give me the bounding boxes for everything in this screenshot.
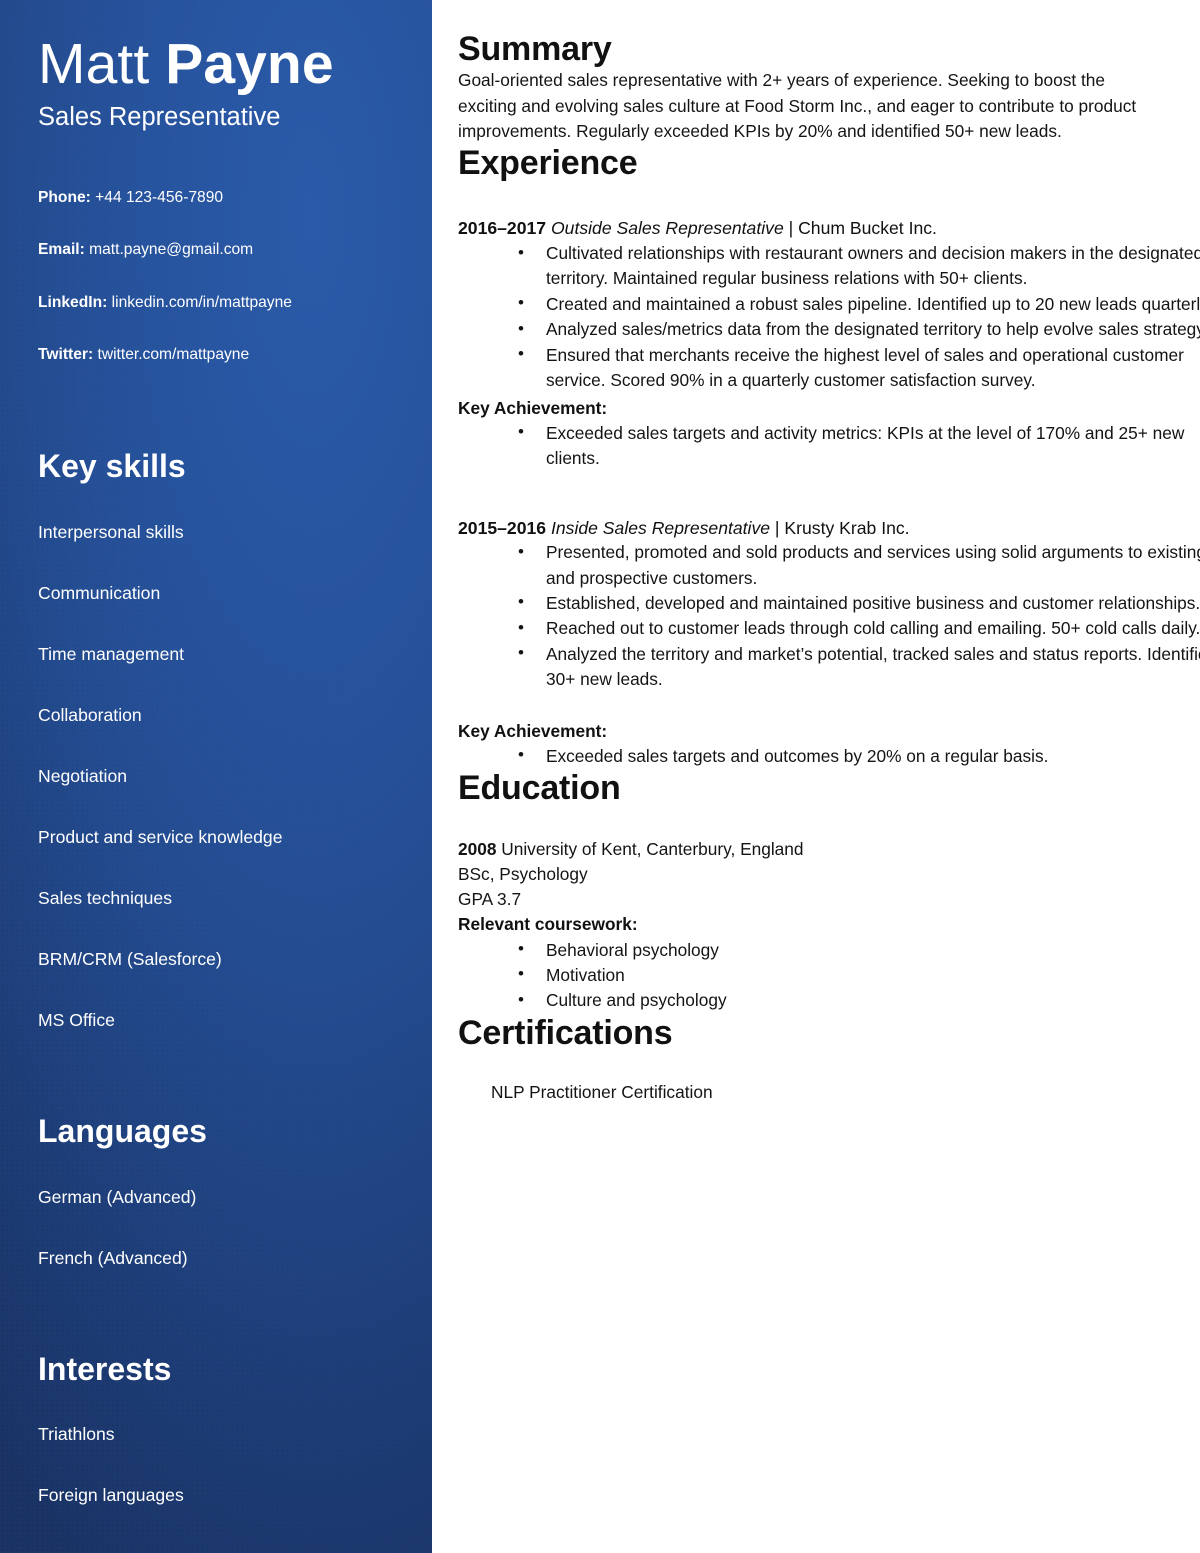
key-achievement-label: Key Achievement:	[458, 720, 608, 741]
interests-heading: Interests	[38, 1351, 172, 1388]
list-item: Foreign languages	[38, 1485, 184, 1506]
contact-value-phone: +44 123-456-7890	[90, 189, 224, 206]
contact-value-twitter[interactable]: twitter.com/mattpayne	[93, 346, 249, 363]
list-item: Collaboration	[38, 705, 142, 726]
contact-label-twitter: Twitter:	[38, 346, 94, 364]
section-interests: Interests Triathlons Foreign languages	[38, 1351, 404, 1507]
education-degree: BSc, Psychology	[458, 864, 588, 885]
list-item: Analyzed sales/metrics data from the des…	[518, 317, 1200, 342]
experience-company: Chum Bucket Inc.	[798, 218, 937, 239]
candidate-job-title: Sales Representative	[38, 103, 281, 132]
education-entry: 2008 University of Kent, Canterbury, Eng…	[458, 837, 1160, 1014]
certifications-list: NLP Practitioner Certification	[458, 1080, 1160, 1105]
education-gpa: GPA 3.7	[458, 889, 522, 910]
section-key-skills: Key skills Interpersonal skills Communic…	[38, 447, 404, 1032]
contact-item-email: Email: matt.payne@gmail.com	[38, 240, 404, 259]
list-item: Interpersonal skills	[38, 522, 184, 543]
summary-text: Goal-oriented sales representative with …	[458, 70, 1137, 141]
coursework-list: Behavioral psychology Motivation Culture…	[458, 937, 1160, 1014]
list-item: Product and service knowledge	[38, 827, 283, 848]
contact-item-phone: Phone: +44 123-456-7890	[38, 188, 404, 207]
list-item: Sales techniques	[38, 888, 172, 909]
list-item: Triathlons	[38, 1424, 115, 1445]
experience-entry-header: 2015–2016 Inside Sales Representative | …	[458, 516, 1160, 541]
certifications-heading: Certifications	[458, 1013, 673, 1052]
experience-years: 2016–2017	[458, 218, 547, 239]
education-heading: Education	[458, 769, 621, 808]
contact-value-email[interactable]: matt.payne@gmail.com	[85, 241, 253, 258]
contact-list: Phone: +44 123-456-7890 Email: matt.payn…	[38, 188, 404, 365]
list-item: German (Advanced)	[38, 1187, 197, 1208]
experience-bullets: Cultivated relationships with restaurant…	[458, 241, 1200, 394]
list-item: Reached out to customer leads through co…	[518, 616, 1200, 641]
education-school-line: 2008 University of Kent, Canterbury, Eng…	[458, 837, 1160, 862]
summary-heading: Summary	[458, 30, 612, 68]
education-school: University of Kent, Canterbury, England	[496, 839, 804, 860]
list-item: Behavioral psychology	[518, 937, 1160, 963]
sidebar: Matt Payne Sales Representative Phone: +…	[0, 0, 432, 1553]
key-achievement-bullets: Exceeded sales targets and outcomes by 2…	[458, 743, 1200, 769]
list-item: Communication	[38, 583, 161, 604]
experience-company: Krusty Krab Inc.	[784, 517, 910, 538]
list-item: Established, developed and maintained po…	[518, 590, 1200, 616]
candidate-last-name: Payne	[165, 32, 334, 96]
main-content: Summary Goal-oriented sales representati…	[432, 0, 1200, 1553]
coursework-label: Relevant coursework:	[458, 914, 638, 935]
candidate-name: Matt Payne	[38, 0, 404, 94]
experience-separator: |	[783, 218, 799, 239]
list-item: Analyzed the territory and market’s pote…	[518, 641, 1200, 693]
experience-years: 2015–2016	[458, 517, 547, 538]
languages-list: German (Advanced) French (Advanced)	[38, 1187, 404, 1270]
list-item: Culture and psychology	[518, 988, 1160, 1013]
candidate-first-name: Matt	[38, 32, 166, 96]
resume-page: Matt Payne Sales Representative Phone: +…	[0, 0, 1200, 1553]
interests-list: Triathlons Foreign languages	[38, 1424, 404, 1507]
contact-value-linkedin[interactable]: linkedin.com/in/mattpayne	[107, 294, 292, 311]
list-item: Presented, promoted and sold products an…	[518, 540, 1200, 591]
list-item: Ensured that merchants receive the highe…	[518, 342, 1200, 394]
experience-role: Outside Sales Representative	[550, 218, 784, 239]
contact-label-linkedin: LinkedIn:	[38, 293, 108, 311]
list-item: French (Advanced)	[38, 1248, 188, 1269]
list-item: Exceeded sales targets and activity metr…	[518, 420, 1200, 472]
list-item: Created and maintained a robust sales pi…	[518, 291, 1200, 317]
list-item: Motivation	[518, 962, 1160, 988]
list-item: MS Office	[38, 1010, 115, 1030]
list-item: Negotiation	[38, 766, 128, 787]
key-skills-list: Interpersonal skills Communication Time …	[38, 522, 404, 1032]
experience-bullets: Presented, promoted and sold products an…	[458, 540, 1200, 693]
list-item: Cultivated relationships with restaurant…	[518, 241, 1200, 292]
key-achievement-bullets: Exceeded sales targets and activity metr…	[458, 420, 1200, 472]
list-item: BRM/CRM (Salesforce)	[38, 949, 222, 970]
experience-entry-header: 2016–2017 Outside Sales Representative |…	[458, 216, 1160, 241]
list-item: Time management	[38, 644, 185, 665]
list-item: NLP Practitioner Certification	[491, 1081, 713, 1102]
experience-heading: Experience	[458, 144, 638, 183]
experience-separator: |	[770, 517, 785, 538]
contact-item-linkedin: LinkedIn: linkedin.com/in/mattpayne	[38, 293, 404, 312]
list-item: Exceeded sales targets and outcomes by 2…	[518, 743, 1200, 769]
key-achievement-label: Key Achievement:	[458, 397, 608, 418]
education-year: 2008	[458, 839, 497, 860]
section-languages: Languages German (Advanced) French (Adva…	[38, 1112, 404, 1270]
languages-heading: Languages	[38, 1112, 207, 1149]
contact-label-phone: Phone:	[38, 189, 91, 206]
contact-item-twitter: Twitter: twitter.com/mattpayne	[38, 345, 404, 364]
experience-role: Inside Sales Representative	[550, 517, 771, 538]
key-skills-heading: Key skills	[38, 447, 186, 484]
contact-label-email: Email:	[38, 241, 85, 259]
